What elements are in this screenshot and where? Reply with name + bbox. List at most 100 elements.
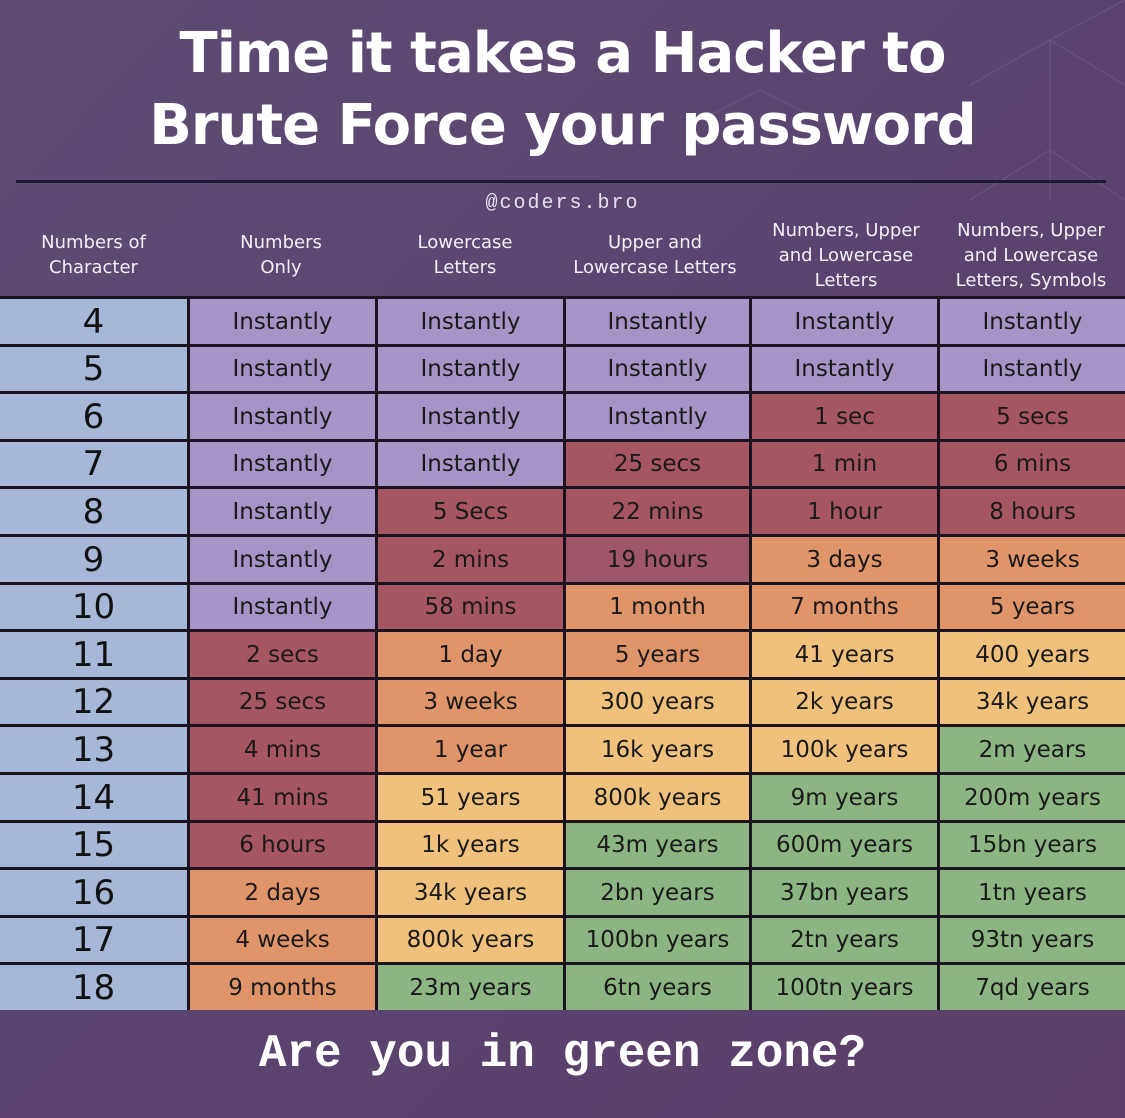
table-cell: 800k years [566,775,749,820]
table-cell: Instantly [378,394,563,439]
table-cell: 400 years [940,632,1125,677]
table-cell: 41 years [752,632,937,677]
table-cell: 1 min [752,442,937,486]
table-cell: 1 sec [752,394,937,439]
table-cell: Instantly [566,347,749,391]
table-cell: Instantly [378,442,563,486]
table-cell: 6 mins [940,442,1125,486]
row-label-cell: 14 [0,775,187,820]
table-cell: 1 year [378,727,563,772]
table-cell: 200m years [940,775,1125,820]
table-cell: 19 hours [566,537,749,582]
table-cell: 600m years [752,823,937,867]
table-cell: 41 mins [190,775,375,820]
table-cell: 3 weeks [940,537,1125,582]
chart-title: Time it takes a Hacker to Brute Force yo… [0,18,1125,162]
column-headers: Numbers of Character Numbers Only Lowercas… [0,214,1125,296]
footer-question: Are you in green zone? [258,1028,867,1080]
table-cell: 2m years [940,727,1125,772]
table-cell: Instantly [190,347,375,391]
column-header-0: Numbers of Character [41,232,146,278]
table-cell: 7 months [752,585,937,629]
table-cell: 800k years [378,918,563,962]
table-cell: Instantly [190,394,375,439]
table-cell: Instantly [566,394,749,439]
table-cell: 15bn years [940,823,1125,867]
table-cell: 2 days [190,870,375,915]
table-cell: 25 secs [190,680,375,724]
table-cell: 300 years [566,680,749,724]
table-cell: 100tn years [752,965,937,1010]
table-cell: 2bn years [566,870,749,915]
table-cell: 5 Secs [378,489,563,534]
row-label-cell: 6 [0,394,187,439]
title-line-1: Time it takes a Hacker to [179,21,947,86]
title-line-2: Brute Force your password [149,93,977,158]
row-label-cell: 13 [0,727,187,772]
table-cell: 2 secs [190,632,375,677]
table-cell: 1 day [378,632,563,677]
table-cell: Instantly [940,347,1125,391]
table-cell: Instantly [940,299,1125,344]
column-header-4: Numbers, Upper and Lowercase Letters [772,219,920,291]
table-cell: 9 months [190,965,375,1010]
table-cell: 1 hour [752,489,937,534]
table-cell: Instantly [190,537,375,582]
table-cell: 4 weeks [190,918,375,962]
table-cell: 93tn years [940,918,1125,962]
table-cell: 3 weeks [378,680,563,724]
table-cell: 5 secs [940,394,1125,439]
table-cell: 6tn years [566,965,749,1010]
row-label-cell: 15 [0,823,187,867]
row-label-cell: 7 [0,442,187,486]
table-cell: Instantly [190,585,375,629]
row-label-cell: 12 [0,680,187,724]
table-cell: Instantly [190,442,375,486]
table-cell: 2 mins [378,537,563,582]
row-label-cell: 9 [0,537,187,582]
table-cell: Instantly [752,347,937,391]
table-cell: Instantly [378,347,563,391]
table-cell: 51 years [378,775,563,820]
table-cell: 34k years [940,680,1125,724]
row-label-cell: 16 [0,870,187,915]
table-cell: 1 month [566,585,749,629]
title-divider [16,180,1106,183]
table-cell: 43m years [566,823,749,867]
column-header-3: Upper and Lowercase Letters [573,232,737,278]
row-label-cell: 17 [0,918,187,962]
row-label-cell: 8 [0,489,187,534]
column-header-5: Numbers, Upper and Lowercase Letters, Sy… [955,219,1107,291]
table-cell: Instantly [566,299,749,344]
table-cell: 100k years [752,727,937,772]
table-cell: 5 years [566,632,749,677]
column-header-2: Lowercase Letters [417,232,513,278]
row-label-cell: 5 [0,347,187,391]
table-cell: 9m years [752,775,937,820]
table-cell: Instantly [190,489,375,534]
table-cell: 3 days [752,537,937,582]
password-table: 4 Instantly Instantly Instantly Instantly Ins… [0,296,1125,1010]
table-cell: Instantly [190,299,375,344]
table-cell: 2tn years [752,918,937,962]
table-cell: Instantly [752,299,937,344]
table-cell: 37bn years [752,870,937,915]
row-label-cell: 18 [0,965,187,1010]
table-cell: 2k years [752,680,937,724]
table-cell: 100bn years [566,918,749,962]
column-header-1: Numbers Only [240,232,322,278]
table-cell: 6 hours [190,823,375,867]
table-cell: 4 mins [190,727,375,772]
row-label-cell: 10 [0,585,187,629]
row-label-cell: 11 [0,632,187,677]
table-cell: 22 mins [566,489,749,534]
table-cell: 23m years [378,965,563,1010]
table-cell: 34k years [378,870,563,915]
table-cell: 1k years [378,823,563,867]
table-cell: 58 mins [378,585,563,629]
table-cell: 5 years [940,585,1125,629]
table-cell: 7qd years [940,965,1125,1010]
table-cell: Instantly [378,299,563,344]
table-cell: 16k years [566,727,749,772]
table-cell: 1tn years [940,870,1125,915]
